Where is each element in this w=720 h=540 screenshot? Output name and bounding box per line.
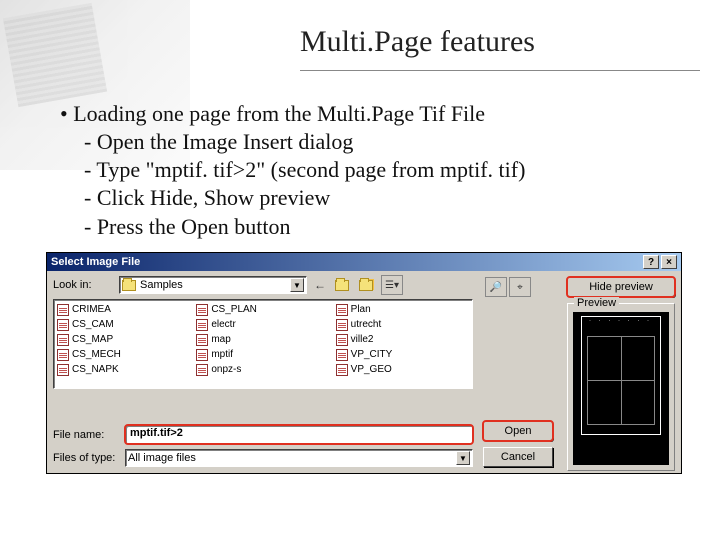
slide-body: • Loading one page from the Multi.Page T… bbox=[60, 100, 680, 241]
bullet-sub-3: - Click Hide, Show preview bbox=[60, 184, 680, 212]
file-name-label: File name: bbox=[53, 429, 125, 441]
folder-new-icon bbox=[359, 280, 373, 291]
bullet-sub-4: - Press the Open button bbox=[60, 213, 680, 241]
bullet-sub-1: - Open the Image Insert dialog bbox=[60, 128, 680, 156]
image-file-icon bbox=[336, 349, 348, 361]
preview-ruler: · · · · · · · · · · · · · · · · · · bbox=[589, 318, 655, 328]
file-item[interactable]: CS_NAPK bbox=[57, 362, 190, 377]
find-icon: 🔎 bbox=[490, 282, 502, 293]
file-item[interactable]: map bbox=[196, 332, 329, 347]
file-item-label: VP_GEO bbox=[351, 364, 392, 375]
file-item[interactable]: VP_GEO bbox=[336, 362, 469, 377]
open-button[interactable]: Open bbox=[483, 421, 553, 441]
image-file-icon bbox=[196, 319, 208, 331]
image-file-icon bbox=[57, 334, 69, 346]
view-list-icon: ☰▾ bbox=[385, 280, 399, 291]
file-item-label: map bbox=[211, 334, 230, 345]
file-item-label: CS_PLAN bbox=[211, 304, 257, 315]
help-button[interactable]: ? bbox=[643, 255, 659, 269]
file-item[interactable]: CS_PLAN bbox=[196, 302, 329, 317]
file-item-label: CRIMEA bbox=[72, 304, 111, 315]
chevron-down-icon[interactable]: ▼ bbox=[290, 278, 304, 292]
preview-image: · · · · · · · · · · · · · · · · · · bbox=[573, 312, 669, 465]
preview-panel: Hide preview Preview · · · · · · · · · ·… bbox=[567, 277, 675, 467]
file-item-label: ville2 bbox=[351, 334, 374, 345]
image-file-icon bbox=[336, 334, 348, 346]
file-item[interactable]: electr bbox=[196, 317, 329, 332]
file-item-label: onpz-s bbox=[211, 364, 241, 375]
image-file-icon bbox=[336, 364, 348, 376]
file-item-label: Plan bbox=[351, 304, 371, 315]
extra-tools: 🔎 ⌖ bbox=[483, 277, 531, 297]
close-button[interactable]: × bbox=[661, 255, 677, 269]
file-name-row: File name: mptif.tif>2 bbox=[53, 425, 473, 444]
file-item[interactable]: CRIMEA bbox=[57, 302, 190, 317]
file-item-label: CS_CAM bbox=[72, 319, 114, 330]
look-in-combo[interactable]: Samples ▼ bbox=[119, 276, 307, 294]
image-file-icon bbox=[196, 364, 208, 376]
file-item[interactable]: ville2 bbox=[336, 332, 469, 347]
file-item-label: electr bbox=[211, 319, 235, 330]
hide-preview-button[interactable]: Hide preview bbox=[567, 277, 675, 297]
find-button[interactable]: 🔎 bbox=[485, 277, 507, 297]
search-icon: ⌖ bbox=[517, 282, 523, 293]
dialog-title: Select Image File bbox=[51, 256, 140, 268]
image-file-icon bbox=[196, 334, 208, 346]
file-item[interactable]: utrecht bbox=[336, 317, 469, 332]
file-item[interactable]: CS_MAP bbox=[57, 332, 190, 347]
file-item-label: mptif bbox=[211, 349, 233, 360]
file-type-label: Files of type: bbox=[53, 452, 125, 464]
image-file-icon bbox=[57, 319, 69, 331]
file-item[interactable]: Plan bbox=[336, 302, 469, 317]
image-file-icon bbox=[336, 319, 348, 331]
dialog-titlebar[interactable]: Select Image File ? × bbox=[47, 253, 681, 271]
file-item[interactable]: CS_CAM bbox=[57, 317, 190, 332]
image-file-icon bbox=[196, 349, 208, 361]
file-type-value: All image files bbox=[128, 452, 196, 464]
chevron-down-icon[interactable]: ▼ bbox=[456, 451, 470, 465]
file-list[interactable]: CRIMEA CS_CAM CS_MAP CS_MECH CS_NAPK CS_PLANe… bbox=[53, 299, 473, 389]
file-type-combo[interactable]: All image files ▼ bbox=[125, 449, 473, 467]
file-name-input[interactable]: mptif.tif>2 bbox=[125, 425, 473, 444]
look-in-value: Samples bbox=[140, 279, 183, 291]
select-image-dialog: Select Image File ? × Look in: Samples ▼… bbox=[46, 252, 682, 474]
up-one-level-button[interactable] bbox=[333, 275, 355, 295]
bullet-sub-2: - Type "mptif. tif>2" (second page from … bbox=[60, 156, 680, 184]
view-menu-button[interactable]: ☰▾ bbox=[381, 275, 403, 295]
file-type-row: Files of type: All image files ▼ bbox=[53, 449, 473, 467]
file-item-label: CS_MECH bbox=[72, 349, 121, 360]
file-item-label: utrecht bbox=[351, 319, 382, 330]
image-file-icon bbox=[196, 304, 208, 316]
image-file-icon bbox=[336, 304, 348, 316]
preview-label: Preview bbox=[574, 297, 619, 309]
file-item-label: VP_CITY bbox=[351, 349, 393, 360]
file-item-label: CS_NAPK bbox=[72, 364, 119, 375]
search-location-button[interactable]: ⌖ bbox=[509, 277, 531, 297]
cancel-button[interactable]: Cancel bbox=[483, 447, 553, 467]
folder-icon bbox=[122, 280, 136, 291]
bullet-main: • Loading one page from the Multi.Page T… bbox=[60, 100, 680, 128]
file-item[interactable]: onpz-s bbox=[196, 362, 329, 377]
file-item[interactable]: CS_MECH bbox=[57, 347, 190, 362]
file-item[interactable]: VP_CITY bbox=[336, 347, 469, 362]
file-item[interactable]: mptif bbox=[196, 347, 329, 362]
image-file-icon bbox=[57, 364, 69, 376]
file-item-label: CS_MAP bbox=[72, 334, 113, 345]
look-in-label: Look in: bbox=[53, 279, 119, 291]
new-folder-button[interactable] bbox=[357, 275, 379, 295]
back-button[interactable]: ← bbox=[309, 275, 331, 295]
image-file-icon bbox=[57, 304, 69, 316]
image-file-icon bbox=[57, 349, 69, 361]
slide-title: Multi.Page features bbox=[300, 25, 700, 71]
preview-frame: Preview · · · · · · · · · · · · · · · · … bbox=[567, 303, 675, 471]
folder-up-icon bbox=[335, 280, 349, 291]
